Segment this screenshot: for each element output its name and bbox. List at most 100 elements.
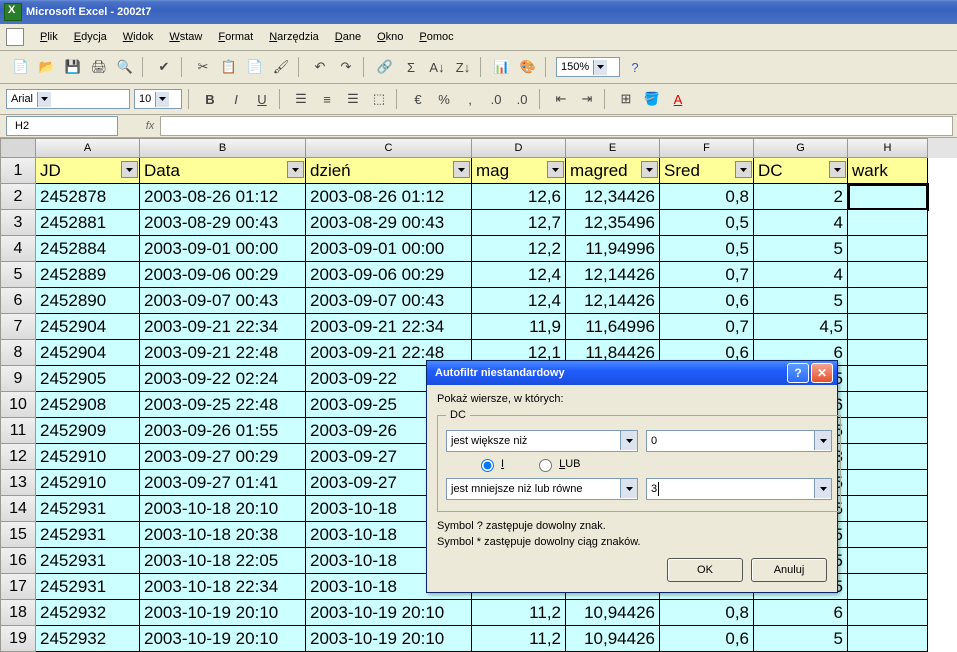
open-icon[interactable]: 📂 <box>36 56 58 78</box>
cell[interactable]: 2003-09-21 22:34 <box>140 314 306 340</box>
cell[interactable]: 2452931 <box>36 548 140 574</box>
row-header[interactable]: 10 <box>0 392 36 418</box>
dialog-help-button[interactable]: ? <box>787 363 809 383</box>
cell[interactable] <box>848 548 928 574</box>
radio-and[interactable]: I <box>476 456 504 472</box>
cell[interactable] <box>848 236 928 262</box>
row-header[interactable]: 6 <box>0 288 36 314</box>
filter-dropdown-icon[interactable] <box>547 161 564 178</box>
cell[interactable] <box>848 600 928 626</box>
filter-dropdown-icon[interactable] <box>121 161 138 178</box>
col-header-E[interactable]: E <box>566 138 660 158</box>
row-header[interactable]: 17 <box>0 574 36 600</box>
cell[interactable] <box>848 470 928 496</box>
cell[interactable]: 2003-10-19 20:10 <box>306 600 472 626</box>
col-header-G[interactable]: G <box>754 138 848 158</box>
cell[interactable]: 11,94996 <box>566 236 660 262</box>
menu-wstaw[interactable]: Wstaw <box>161 29 210 45</box>
cell[interactable]: 10,94426 <box>566 600 660 626</box>
radio-and-input[interactable] <box>481 459 494 472</box>
select-all-corner[interactable] <box>0 138 36 158</box>
percent-icon[interactable]: % <box>433 88 455 110</box>
cell[interactable]: 4 <box>754 210 848 236</box>
cell[interactable]: 2452909 <box>36 418 140 444</box>
borders-icon[interactable]: ⊞ <box>615 88 637 110</box>
cell[interactable]: JD <box>36 158 140 184</box>
increase-decimal-icon[interactable]: .0 <box>485 88 507 110</box>
cell[interactable]: 0,6 <box>660 288 754 314</box>
cell[interactable]: 6 <box>754 600 848 626</box>
cell[interactable]: 2003-09-22 02:24 <box>140 366 306 392</box>
row-header[interactable]: 11 <box>0 418 36 444</box>
cancel-button[interactable]: Anuluj <box>751 558 827 582</box>
name-box[interactable]: H2 <box>6 116 118 136</box>
cell[interactable]: 5 <box>754 626 848 652</box>
cell[interactable] <box>848 184 928 210</box>
cell[interactable]: 12,34426 <box>566 184 660 210</box>
cell[interactable]: 12,6 <box>472 184 566 210</box>
cell[interactable]: 0,7 <box>660 314 754 340</box>
print-icon[interactable]: 🖨 <box>88 56 110 78</box>
chevron-down-icon[interactable] <box>37 92 51 107</box>
filter-dropdown-icon[interactable] <box>453 161 470 178</box>
font-size-combo[interactable]: 10 <box>134 89 182 109</box>
cell[interactable]: 4,5 <box>754 314 848 340</box>
cell[interactable] <box>848 340 928 366</box>
menu-dane[interactable]: Dane <box>327 29 369 45</box>
currency-icon[interactable]: € <box>407 88 429 110</box>
cell[interactable] <box>848 314 928 340</box>
cell[interactable]: 2452908 <box>36 392 140 418</box>
menu-narzędzia[interactable]: Narzędzia <box>261 29 327 45</box>
cut-icon[interactable]: ✂ <box>192 56 214 78</box>
operator1-combo[interactable]: jest większe niż <box>446 430 638 452</box>
cell[interactable]: 2452878 <box>36 184 140 210</box>
cell[interactable] <box>848 522 928 548</box>
cell[interactable]: 2003-08-29 00:43 <box>140 210 306 236</box>
cell[interactable]: 12,35496 <box>566 210 660 236</box>
cell[interactable] <box>848 574 928 600</box>
cell[interactable]: 2452910 <box>36 470 140 496</box>
cell[interactable]: 2003-10-18 22:34 <box>140 574 306 600</box>
cell[interactable] <box>848 496 928 522</box>
cell[interactable]: 2452932 <box>36 600 140 626</box>
align-center-icon[interactable]: ≡ <box>316 88 338 110</box>
col-header-A[interactable]: A <box>36 138 140 158</box>
value1-combo[interactable]: 0 <box>646 430 832 452</box>
cell[interactable]: 12,14426 <box>566 262 660 288</box>
cell[interactable]: 2003-09-01 00:00 <box>306 236 472 262</box>
cell[interactable]: 0,5 <box>660 236 754 262</box>
help-icon[interactable]: ? <box>624 56 646 78</box>
chevron-down-icon[interactable] <box>814 431 831 450</box>
new-icon[interactable]: 📄 <box>10 56 32 78</box>
cell[interactable]: 2003-10-18 20:10 <box>140 496 306 522</box>
cell[interactable]: 5 <box>754 236 848 262</box>
cell[interactable]: 2452931 <box>36 574 140 600</box>
zoom-combo[interactable]: 150% <box>556 57 620 77</box>
row-header[interactable]: 16 <box>0 548 36 574</box>
col-header-C[interactable]: C <box>306 138 472 158</box>
cell[interactable]: 2003-08-26 01:12 <box>140 184 306 210</box>
cell[interactable]: 12,2 <box>472 236 566 262</box>
cell[interactable]: wark <box>848 158 928 184</box>
cell[interactable]: 2 <box>754 184 848 210</box>
align-left-icon[interactable]: ☰ <box>290 88 312 110</box>
bold-icon[interactable]: B <box>199 88 221 110</box>
row-header[interactable]: 13 <box>0 470 36 496</box>
cell[interactable]: 2003-09-07 00:43 <box>306 288 472 314</box>
cell[interactable]: 2003-09-27 01:41 <box>140 470 306 496</box>
hyperlink-icon[interactable]: 🔗 <box>374 56 396 78</box>
row-header[interactable]: 19 <box>0 626 36 652</box>
decrease-indent-icon[interactable]: ⇤ <box>550 88 572 110</box>
cell[interactable] <box>848 262 928 288</box>
row-header[interactable]: 2 <box>0 184 36 210</box>
cell[interactable]: 0,5 <box>660 210 754 236</box>
cell[interactable]: 12,14426 <box>566 288 660 314</box>
row-header[interactable]: 5 <box>0 262 36 288</box>
comma-icon[interactable]: , <box>459 88 481 110</box>
filter-dropdown-icon[interactable] <box>735 161 752 178</box>
cell[interactable] <box>848 366 928 392</box>
preview-icon[interactable]: 🔍 <box>114 56 136 78</box>
cell[interactable]: 12,7 <box>472 210 566 236</box>
cell[interactable]: 0,8 <box>660 600 754 626</box>
dialog-title-bar[interactable]: Autofiltr niestandardowy ? ✕ <box>427 361 837 385</box>
